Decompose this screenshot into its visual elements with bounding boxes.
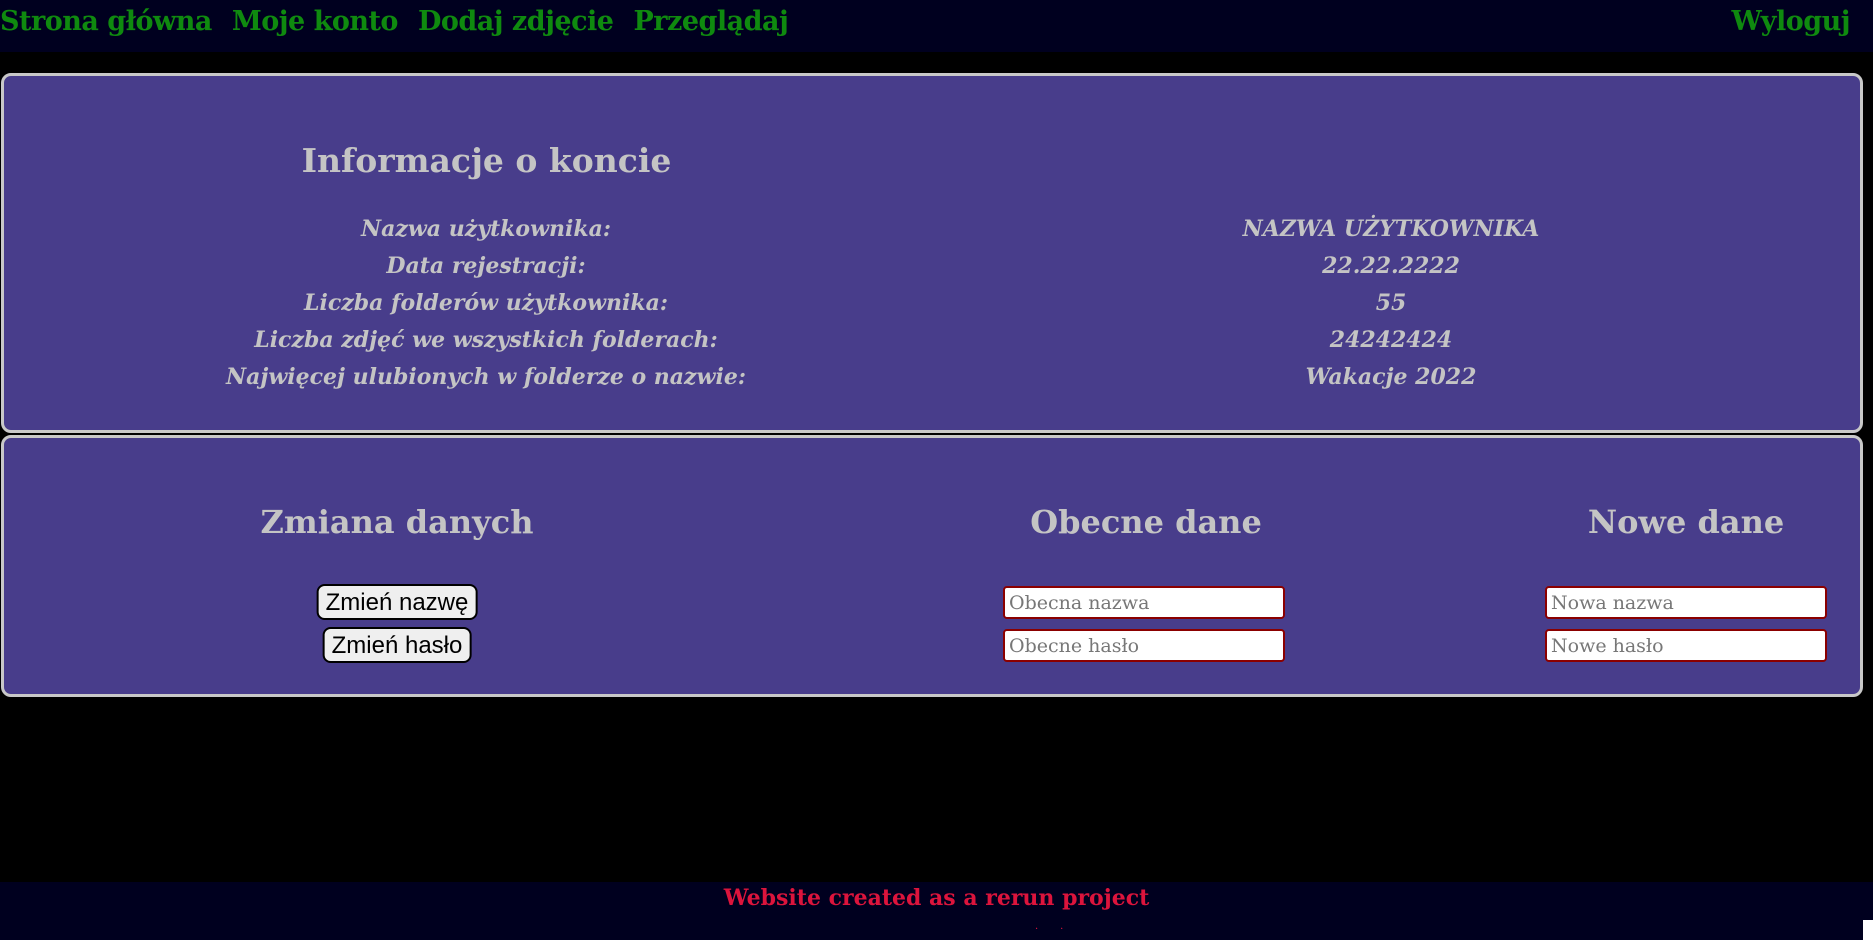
info-row-photo-count: Liczba zdjęć we wszystkich folderach: 24… (4, 327, 1866, 364)
new-password-input[interactable] (1545, 629, 1827, 662)
logout-link[interactable]: Wyloguj (1732, 6, 1851, 37)
nav-right: Wyloguj (1732, 6, 1851, 37)
info-row-username: Nazwa użytkownika: NAZWA UŻYTKOWNIKA (4, 216, 1866, 253)
change-data-panel: Zmiana danych Obecne dane Nowe dane Zmie… (1, 435, 1863, 697)
change-password-button[interactable]: Zmień hasło (322, 627, 472, 663)
info-row-folder-count: Liczba folderów użytkownika: 55 (4, 290, 1866, 327)
footer: Website created as a rerun project ·· (0, 882, 1873, 940)
info-label: Najwięcej ulubionych w folderze o nazwie… (226, 364, 746, 390)
info-label: Liczba zdjęć we wszystkich folderach: (254, 327, 718, 353)
change-name-button[interactable]: Zmień nazwę (316, 584, 478, 620)
info-value: 55 (1375, 290, 1407, 316)
account-info-table: Nazwa użytkownika: NAZWA UŻYTKOWNIKA Dat… (4, 216, 1866, 401)
info-value: Wakacje 2022 (1305, 364, 1477, 390)
new-data-title: Nowe dane (1587, 503, 1785, 541)
info-label: Liczba folderów użytkownika: (303, 290, 669, 316)
current-name-input[interactable] (1003, 586, 1285, 619)
nav-links: Strona główna Moje konto Dodaj zdjęcie P… (0, 6, 789, 37)
info-label: Nazwa użytkownika: (361, 216, 611, 242)
nav-browse-link[interactable]: Przeglądaj (633, 6, 788, 37)
nav-my-account-link[interactable]: Moje konto (232, 6, 399, 37)
scrollbar-corner (1863, 920, 1873, 940)
footer-decoration: ·· (1035, 924, 1086, 935)
account-info-title: Informacje o koncie (301, 141, 672, 180)
footer-text: Website created as a rerun project (723, 885, 1150, 911)
info-label: Data rejestracji: (386, 253, 586, 279)
nav-add-photo-link[interactable]: Dodaj zdjęcie (418, 6, 614, 37)
current-data-title: Obecne dane (1030, 503, 1262, 541)
nav-home-link[interactable]: Strona główna (0, 6, 212, 37)
info-value: 22.22.2222 (1322, 253, 1460, 279)
info-row-registration-date: Data rejestracji: 22.22.2222 (4, 253, 1866, 290)
change-data-title: Zmiana danych (260, 503, 534, 541)
top-nav: Strona główna Moje konto Dodaj zdjęcie P… (0, 0, 1873, 52)
account-info-panel: Informacje o koncie Nazwa użytkownika: N… (1, 73, 1863, 433)
info-row-most-favorites-folder: Najwięcej ulubionych w folderze o nazwie… (4, 364, 1866, 401)
new-name-input[interactable] (1545, 586, 1827, 619)
info-value: 24242424 (1329, 327, 1453, 353)
page: Strona główna Moje konto Dodaj zdjęcie P… (0, 0, 1873, 940)
current-password-input[interactable] (1003, 629, 1285, 662)
info-value: NAZWA UŻYTKOWNIKA (1242, 216, 1540, 242)
